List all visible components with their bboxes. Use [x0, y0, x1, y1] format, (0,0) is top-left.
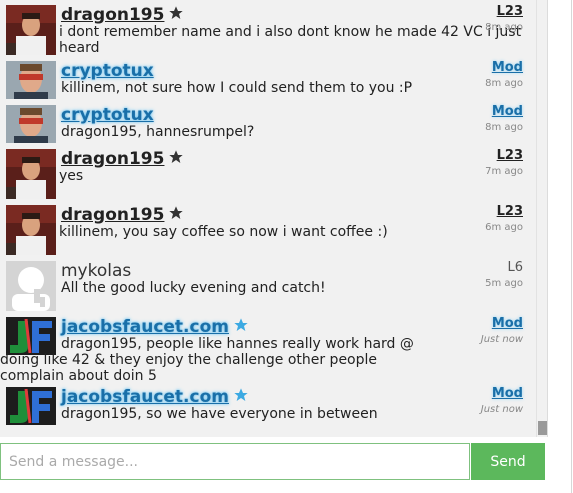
- chat-message: mykolas All the good lucky evening and c…: [6, 260, 528, 311]
- chat-message: jacobsfaucet.com dragon195, people like …: [0, 316, 528, 384]
- send-button[interactable]: Send: [471, 443, 545, 480]
- default-avatar[interactable]: [6, 261, 56, 311]
- message-text: i dont remember name and i also dont kno…: [59, 24, 522, 56]
- user-avatar[interactable]: [6, 205, 56, 255]
- user-avatar[interactable]: [6, 105, 56, 143]
- message-timestamp: 7m ago: [485, 166, 523, 177]
- scrollbar-thumb[interactable]: [538, 421, 547, 435]
- star-icon: [168, 149, 184, 170]
- message-composer: Send: [0, 437, 548, 493]
- user-level-badge[interactable]: Mod: [492, 316, 523, 331]
- star-icon: [168, 5, 184, 26]
- message-text: dragon195, so we have everyone in betwee…: [61, 406, 378, 422]
- user-avatar[interactable]: [6, 5, 56, 55]
- chat-message: jacobsfaucet.com dragon195, so we have e…: [6, 386, 528, 429]
- chat-message: dragon195 yes L23 7m ago: [6, 148, 528, 199]
- message-text: dragon195, people like hannes really wor…: [0, 336, 414, 384]
- message-timestamp: Just now: [480, 404, 523, 415]
- star-icon: [233, 317, 249, 338]
- message-text: killinem, not sure how I could send them…: [61, 80, 413, 96]
- message-timestamp: 6m ago: [485, 222, 523, 233]
- user-level-badge[interactable]: L23: [497, 148, 523, 163]
- username[interactable]: dragon195: [61, 149, 184, 170]
- chat-message: dragon195 i dont remember name and i als…: [6, 4, 528, 57]
- username[interactable]: dragon195: [61, 205, 184, 226]
- user-level-badge[interactable]: L6: [507, 260, 523, 275]
- message-input[interactable]: [0, 443, 470, 480]
- message-text: dragon195, hannesrumpel?: [61, 124, 255, 140]
- message-timestamp: 8m ago: [485, 22, 523, 33]
- user-level-badge[interactable]: L23: [497, 4, 523, 19]
- username[interactable]: jacobsfaucet.com: [61, 387, 249, 408]
- chat-scrollbar[interactable]: [536, 0, 547, 437]
- chat-message: dragon195 killinem, you say coffee so no…: [6, 204, 528, 255]
- user-avatar[interactable]: [6, 387, 56, 425]
- username[interactable]: cryptotux: [61, 61, 154, 81]
- message-timestamp: 8m ago: [485, 122, 523, 133]
- user-avatar[interactable]: [6, 61, 56, 99]
- user-level-badge[interactable]: Mod: [492, 386, 523, 401]
- username[interactable]: jacobsfaucet.com: [61, 317, 249, 338]
- message-timestamp: 5m ago: [485, 278, 523, 289]
- username[interactable]: mykolas: [61, 261, 131, 281]
- message-timestamp: 8m ago: [485, 78, 523, 89]
- user-level-badge[interactable]: Mod: [492, 60, 523, 75]
- message-text: killinem, you say coffee so now i want c…: [59, 224, 388, 240]
- message-timestamp: Just now: [480, 334, 523, 345]
- user-level-badge[interactable]: L23: [497, 204, 523, 219]
- username[interactable]: cryptotux: [61, 105, 154, 125]
- chat-message-list[interactable]: dragon195 i dont remember name and i als…: [0, 0, 548, 437]
- star-icon: [168, 205, 184, 226]
- username[interactable]: dragon195: [61, 5, 184, 26]
- user-avatar[interactable]: [6, 149, 56, 199]
- star-icon: [233, 387, 249, 408]
- chat-message: cryptotux killinem, not sure how I could…: [6, 60, 528, 101]
- user-level-badge[interactable]: Mod: [492, 104, 523, 119]
- message-text: All the good lucky evening and catch!: [61, 280, 326, 296]
- chat-message: cryptotux dragon195, hannesrumpel? Mod 8…: [6, 104, 528, 145]
- message-text: yes: [59, 168, 84, 184]
- page-edge: [548, 0, 573, 493]
